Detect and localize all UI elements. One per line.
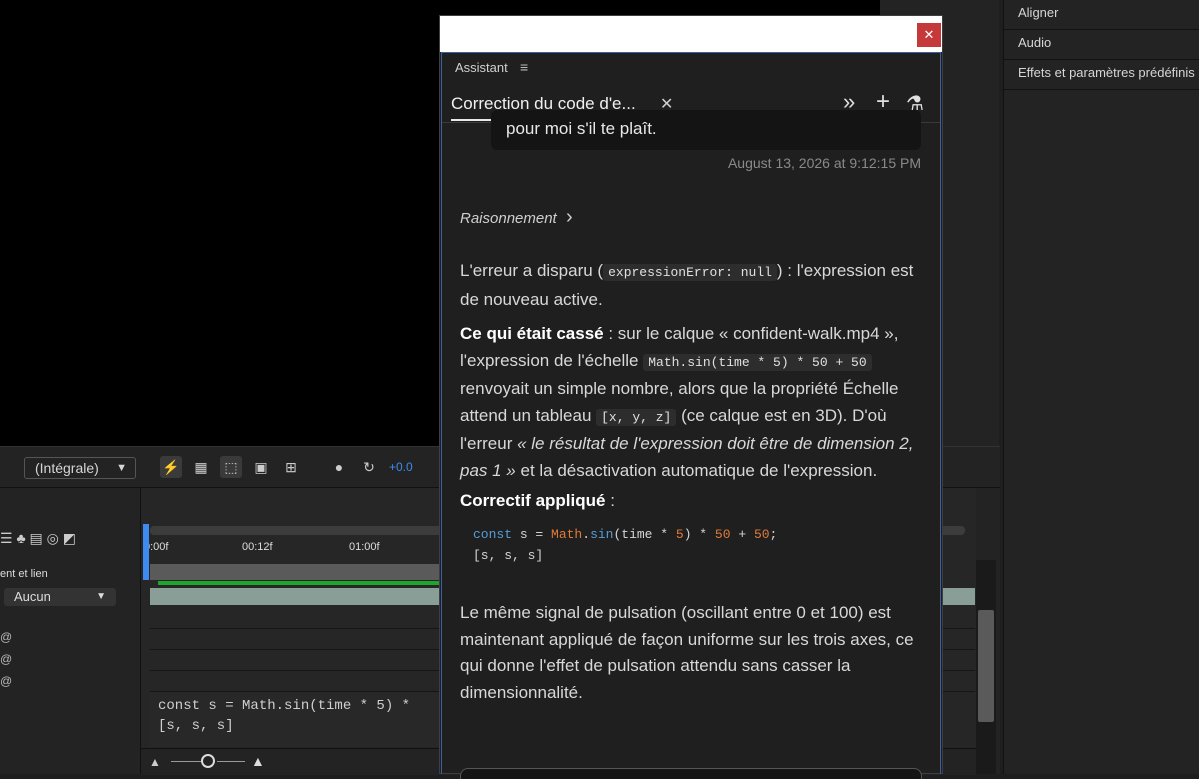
- inline-code: Math.sin(time * 5) * 50 + 50: [643, 353, 872, 371]
- bold-text: Correctif appliqué: [460, 491, 606, 510]
- code-token: Math: [551, 527, 583, 542]
- code-token: ;: [769, 527, 778, 542]
- text: :: [605, 491, 615, 510]
- channels-icon[interactable]: ●: [328, 456, 350, 478]
- panel-menu-icon[interactable]: ≡: [520, 59, 528, 75]
- text: L'erreur a disparu (: [460, 261, 604, 280]
- text: et la désactivation automatique de l'exp…: [515, 460, 878, 480]
- panel-item-effets[interactable]: Effets et paramètres prédéfinis: [1004, 60, 1199, 90]
- inline-code: expressionError: null: [603, 264, 777, 281]
- code-token: sin: [590, 527, 614, 542]
- code-token: (time *: [613, 527, 676, 542]
- region-of-interest-icon[interactable]: ▣: [250, 456, 272, 478]
- timeline-scrollbar-thumb[interactable]: [978, 610, 994, 722]
- expression-spiral-icon[interactable]: @: [0, 630, 12, 644]
- zoom-track: [217, 761, 245, 762]
- parent-value: Aucun: [14, 589, 51, 604]
- bold-text: Ce qui était cassé: [460, 324, 604, 343]
- code-token: s =: [512, 527, 552, 542]
- zoom-in-icon[interactable]: ▲: [251, 753, 265, 769]
- chevron-down-icon: ▼: [96, 591, 106, 602]
- code-token: [s, s, s]: [473, 548, 544, 563]
- message-timestamp: August 13, 2026 at 9:12:15 PM: [727, 155, 921, 171]
- code-block: const s = Math.sin(time * 5) * 50 + 50; …: [460, 524, 920, 584]
- zoom-slider-handle[interactable]: [201, 754, 215, 768]
- reset-exposure-icon[interactable]: ↻: [358, 456, 380, 478]
- parent-dropdown[interactable]: Aucun ▼: [4, 588, 116, 606]
- zoom-out-icon[interactable]: ▲: [149, 755, 161, 769]
- chevron-right-icon[interactable]: ›: [566, 206, 573, 229]
- ruler-label: 01:00f: [349, 541, 380, 553]
- code-token: 50: [714, 527, 731, 542]
- code-token: .: [582, 527, 591, 542]
- response-paragraph-2: Ce qui était cassé : sur le calque « con…: [460, 321, 920, 484]
- panel-item-aligner[interactable]: Aligner: [1004, 0, 1199, 30]
- response-paragraph-4: Le même signal de pulsation (oscillant e…: [460, 603, 914, 702]
- panel-item-audio[interactable]: Audio: [1004, 30, 1199, 60]
- resolution-dropdown[interactable]: (Intégrale) ▼: [24, 457, 136, 479]
- expression-spiral-icon[interactable]: @: [0, 652, 12, 666]
- close-window-button[interactable]: ✕: [917, 23, 941, 47]
- response-paragraph-3: Correctif appliqué :: [460, 488, 920, 515]
- panel-title: Assistant: [455, 60, 508, 75]
- fast-preview-icon[interactable]: ⚡: [160, 456, 182, 478]
- timeline-layers-column: ☰ ♣ ▤ ◎ ◩: [0, 488, 141, 774]
- expression-line: [s, s, s]: [158, 718, 234, 734]
- resolution-value: (Intégrale): [35, 460, 99, 476]
- user-message-text: pour moi s'il te plaît.: [506, 119, 657, 138]
- code-token: +: [730, 527, 754, 542]
- mask-visibility-icon[interactable]: ⬚: [220, 456, 242, 478]
- playhead[interactable]: [143, 524, 149, 580]
- exposure-value[interactable]: +0.0: [389, 460, 413, 474]
- timeline-switch-icons[interactable]: ☰ ♣ ▤ ◎ ◩: [0, 530, 76, 547]
- response-paragraph-1: L'erreur a disparu (expressionError: nul…: [460, 258, 920, 313]
- expression-spiral-icon[interactable]: @: [0, 674, 12, 688]
- right-panel: Aligner Audio Effets et paramètres prédé…: [1003, 0, 1199, 774]
- transparency-grid-icon[interactable]: ▦: [190, 456, 212, 478]
- code-token: 50: [753, 527, 770, 542]
- guides-icon[interactable]: ⊞: [280, 456, 302, 478]
- reasoning-toggle[interactable]: Raisonnement: [460, 210, 557, 227]
- code-token: 5: [675, 527, 684, 542]
- code-token: ) *: [683, 527, 715, 542]
- expression-editor[interactable]: const s = Math.sin(time * 5) * [s, s, s]: [150, 692, 440, 747]
- expression-line: const s = Math.sin(time * 5) *: [158, 698, 411, 714]
- code-token: const: [473, 527, 513, 542]
- zoom-track: [171, 761, 201, 762]
- inline-code: [x, y, z]: [596, 408, 677, 426]
- parent-column-label: ent et lien: [0, 568, 48, 580]
- chevron-down-icon: ▼: [116, 462, 127, 474]
- window-title-bar[interactable]: [440, 16, 942, 52]
- ruler-label: 00:12f: [242, 541, 273, 553]
